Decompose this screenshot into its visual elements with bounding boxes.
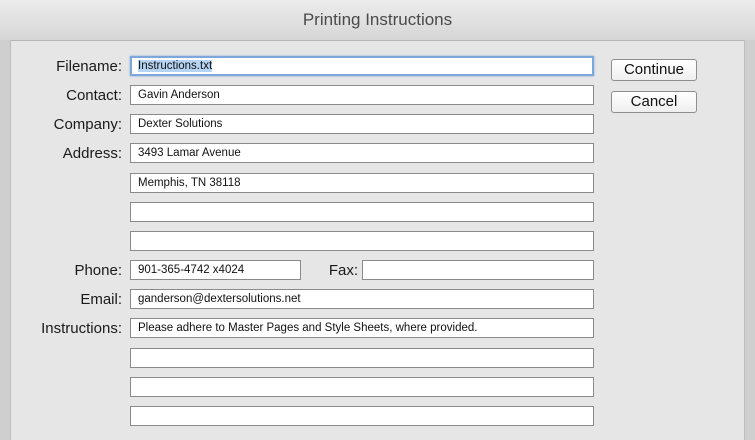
- email-field[interactable]: ganderson@dextersolutions.net: [130, 289, 594, 309]
- phone-label: Phone:: [74, 262, 122, 279]
- instructions-label: Instructions:: [41, 320, 122, 337]
- cancel-button[interactable]: Cancel: [611, 91, 697, 113]
- company-label: Company:: [53, 116, 122, 133]
- address-field-1[interactable]: 3493 Lamar Avenue: [130, 143, 594, 163]
- instructions-field-1[interactable]: Please adhere to Master Pages and Style …: [130, 318, 594, 338]
- filename-label: Filename:: [56, 58, 122, 75]
- address-field-3[interactable]: [130, 202, 594, 222]
- fax-field[interactable]: [362, 260, 594, 280]
- instructions-field-4[interactable]: [130, 406, 594, 426]
- instructions-field-3[interactable]: [130, 377, 594, 397]
- filename-value: Instructions.txt: [138, 60, 213, 72]
- continue-button[interactable]: Continue: [611, 59, 697, 81]
- contact-field[interactable]: Gavin Anderson: [130, 85, 594, 105]
- phone-field[interactable]: 901-365-4742 x4024: [130, 260, 301, 280]
- company-field[interactable]: Dexter Solutions: [130, 114, 594, 134]
- window-edge-left: [0, 40, 11, 440]
- address-field-4[interactable]: [130, 231, 594, 251]
- window-edge-right: [744, 40, 755, 440]
- fax-label: Fax:: [328, 262, 358, 279]
- address-field-2[interactable]: Memphis, TN 38118: [130, 173, 594, 193]
- filename-field[interactable]: Instructions.txt: [130, 56, 594, 76]
- printing-instructions-dialog: Printing Instructions Filename: Contact:…: [0, 0, 755, 440]
- instructions-field-2[interactable]: [130, 348, 594, 368]
- contact-label: Contact:: [66, 87, 122, 104]
- window-title: Printing Instructions: [0, 0, 755, 41]
- address-label: Address:: [62, 145, 122, 162]
- email-label: Email:: [80, 291, 122, 308]
